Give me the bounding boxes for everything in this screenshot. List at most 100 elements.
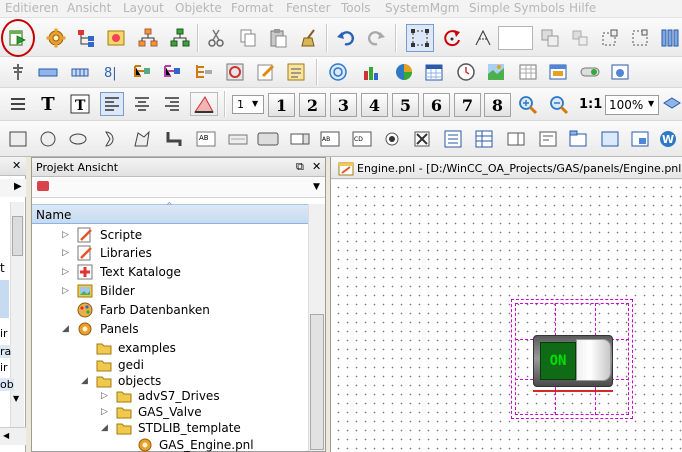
bar-chart-button[interactable] bbox=[360, 60, 384, 84]
line-preset-1-button[interactable]: 1 bbox=[268, 93, 295, 117]
expand-arrow-icon[interactable]: ▷ bbox=[62, 267, 72, 277]
text-field-tool-button[interactable]: AB bbox=[194, 127, 218, 151]
line-preset-4-button[interactable]: 4 bbox=[361, 93, 388, 117]
line-preset-7-button[interactable]: 7 bbox=[454, 93, 481, 117]
expand-arrow-icon[interactable]: ▷ bbox=[101, 391, 111, 401]
paste-button[interactable] bbox=[266, 26, 290, 50]
polygon-tool-button[interactable] bbox=[130, 127, 154, 151]
line-style-button[interactable] bbox=[190, 92, 218, 116]
dpe-button[interactable] bbox=[36, 60, 60, 84]
play-icon[interactable]: ▶ bbox=[14, 181, 22, 192]
frame-tool-button[interactable] bbox=[598, 127, 622, 151]
panel-topology-button[interactable] bbox=[104, 26, 128, 50]
circle-tool-button[interactable] bbox=[36, 127, 60, 151]
menu-format[interactable]: Format bbox=[231, 1, 273, 15]
menu-hilfe[interactable]: Hilfe bbox=[569, 1, 596, 15]
scroll-left-icon[interactable]: ◀ bbox=[3, 431, 9, 440]
pipe-tool-button[interactable] bbox=[162, 127, 186, 151]
align-right-button[interactable] bbox=[160, 92, 184, 116]
cut-button[interactable] bbox=[204, 26, 228, 50]
checkbox-tool-button[interactable] bbox=[410, 127, 434, 151]
target-button[interactable] bbox=[326, 60, 350, 84]
menu-fenster[interactable]: Fenster bbox=[286, 1, 331, 15]
tree-orange-button[interactable] bbox=[136, 26, 160, 50]
selected-object-group[interactable]: ON bbox=[511, 299, 633, 419]
window-button[interactable] bbox=[546, 60, 570, 84]
selection-list-tool-button[interactable]: CD bbox=[350, 127, 374, 151]
chevron-down-icon[interactable]: ▼ bbox=[313, 182, 320, 192]
dp-struct-button[interactable] bbox=[160, 60, 184, 84]
toggle-button[interactable] bbox=[578, 60, 602, 84]
value-input[interactable] bbox=[498, 26, 533, 50]
settings-gear-button[interactable] bbox=[44, 26, 68, 50]
engine-switch[interactable]: ON bbox=[533, 335, 613, 387]
ellipse-tool-button[interactable] bbox=[66, 127, 90, 151]
clear-button[interactable] bbox=[298, 26, 322, 50]
layers-button[interactable] bbox=[660, 93, 682, 117]
align-center-button[interactable] bbox=[130, 92, 154, 116]
value-8-button[interactable]: 8| bbox=[100, 60, 124, 84]
close-icon[interactable]: ✕ bbox=[312, 160, 321, 173]
ungroup-button[interactable] bbox=[568, 26, 592, 50]
dp-type-button[interactable] bbox=[192, 60, 216, 84]
spin-tool-button[interactable] bbox=[504, 127, 528, 151]
radio-tool-button[interactable] bbox=[380, 127, 404, 151]
expand-arrow-icon[interactable]: ▷ bbox=[62, 230, 72, 240]
line-preset-6-button[interactable]: 6 bbox=[423, 93, 450, 117]
map-button[interactable] bbox=[484, 60, 508, 84]
tree-green-button[interactable] bbox=[168, 26, 192, 50]
group-button[interactable] bbox=[538, 26, 562, 50]
drawing-canvas[interactable]: ON bbox=[331, 180, 682, 452]
embedded-tool-button[interactable] bbox=[628, 127, 652, 151]
project-tree-scrollbar[interactable] bbox=[308, 204, 325, 451]
dp-list-button[interactable] bbox=[68, 60, 92, 84]
pin-button[interactable] bbox=[6, 60, 30, 84]
menu-objekte[interactable]: Objekte bbox=[175, 1, 222, 15]
scale-button[interactable] bbox=[471, 26, 495, 50]
web-tool-button[interactable]: W bbox=[656, 127, 680, 151]
undo-button[interactable] bbox=[334, 26, 358, 50]
grid-select-button[interactable] bbox=[406, 24, 434, 52]
browser-button[interactable] bbox=[608, 60, 632, 84]
zoom-out-button[interactable] bbox=[547, 93, 571, 117]
distribute-button[interactable] bbox=[628, 26, 652, 50]
table-button[interactable] bbox=[516, 60, 540, 84]
align-left-button[interactable] bbox=[100, 92, 124, 116]
expand-arrow-icon[interactable]: ▷ bbox=[62, 248, 72, 258]
clock-button[interactable] bbox=[454, 60, 478, 84]
table-tool-button[interactable] bbox=[472, 127, 496, 151]
hierarchy-button[interactable] bbox=[74, 26, 98, 50]
collapse-arrow-icon[interactable]: ◢ bbox=[81, 376, 91, 386]
text-frame-button[interactable]: T bbox=[68, 92, 92, 116]
tab-tool-button[interactable] bbox=[566, 127, 590, 151]
zoom-in-button[interactable] bbox=[516, 93, 540, 117]
left-pane-hscroll[interactable]: ◀ bbox=[0, 427, 26, 445]
panel-properties-button[interactable] bbox=[284, 60, 308, 84]
align-button[interactable] bbox=[598, 26, 622, 50]
expand-arrow-icon[interactable]: ▷ bbox=[62, 286, 72, 296]
combobox-tool-button[interactable] bbox=[288, 127, 312, 151]
line-preset-8-button[interactable]: 8 bbox=[484, 93, 511, 117]
push-button-tool-button[interactable] bbox=[256, 127, 280, 151]
menu-simple-symbols[interactable]: Simple Symbols bbox=[469, 1, 565, 15]
float-icon[interactable]: ⧉ bbox=[296, 160, 304, 174]
scroll-down-icon[interactable]: ▼ bbox=[13, 394, 19, 403]
menu-systemmgm[interactable]: SystemMgm bbox=[385, 1, 459, 15]
left-pane-scrollbar[interactable]: ▼ bbox=[10, 202, 24, 442]
name-column-header[interactable]: Name ^ bbox=[32, 201, 308, 224]
textedit-tool-button[interactable]: AB bbox=[318, 127, 342, 151]
label-tool-button[interactable] bbox=[226, 127, 250, 151]
menu-layout[interactable]: Layout bbox=[123, 1, 164, 15]
menu-tools[interactable]: Tools bbox=[341, 1, 371, 15]
menu-ansicht[interactable]: Ansicht bbox=[67, 1, 111, 15]
line-preset-5-button[interactable]: 5 bbox=[392, 93, 419, 117]
tree-view-tool-button[interactable] bbox=[441, 127, 465, 151]
pie-chart-button[interactable] bbox=[392, 60, 416, 84]
scroll-thumb[interactable] bbox=[310, 314, 324, 450]
line-preset-2-button[interactable]: 2 bbox=[299, 93, 326, 117]
rotate-button[interactable] bbox=[441, 26, 465, 50]
redo-button[interactable] bbox=[364, 26, 388, 50]
line-width-select[interactable]: 1 ▼ bbox=[232, 95, 264, 114]
calendar-button[interactable] bbox=[422, 60, 446, 84]
selector-tool-button[interactable] bbox=[536, 127, 560, 151]
